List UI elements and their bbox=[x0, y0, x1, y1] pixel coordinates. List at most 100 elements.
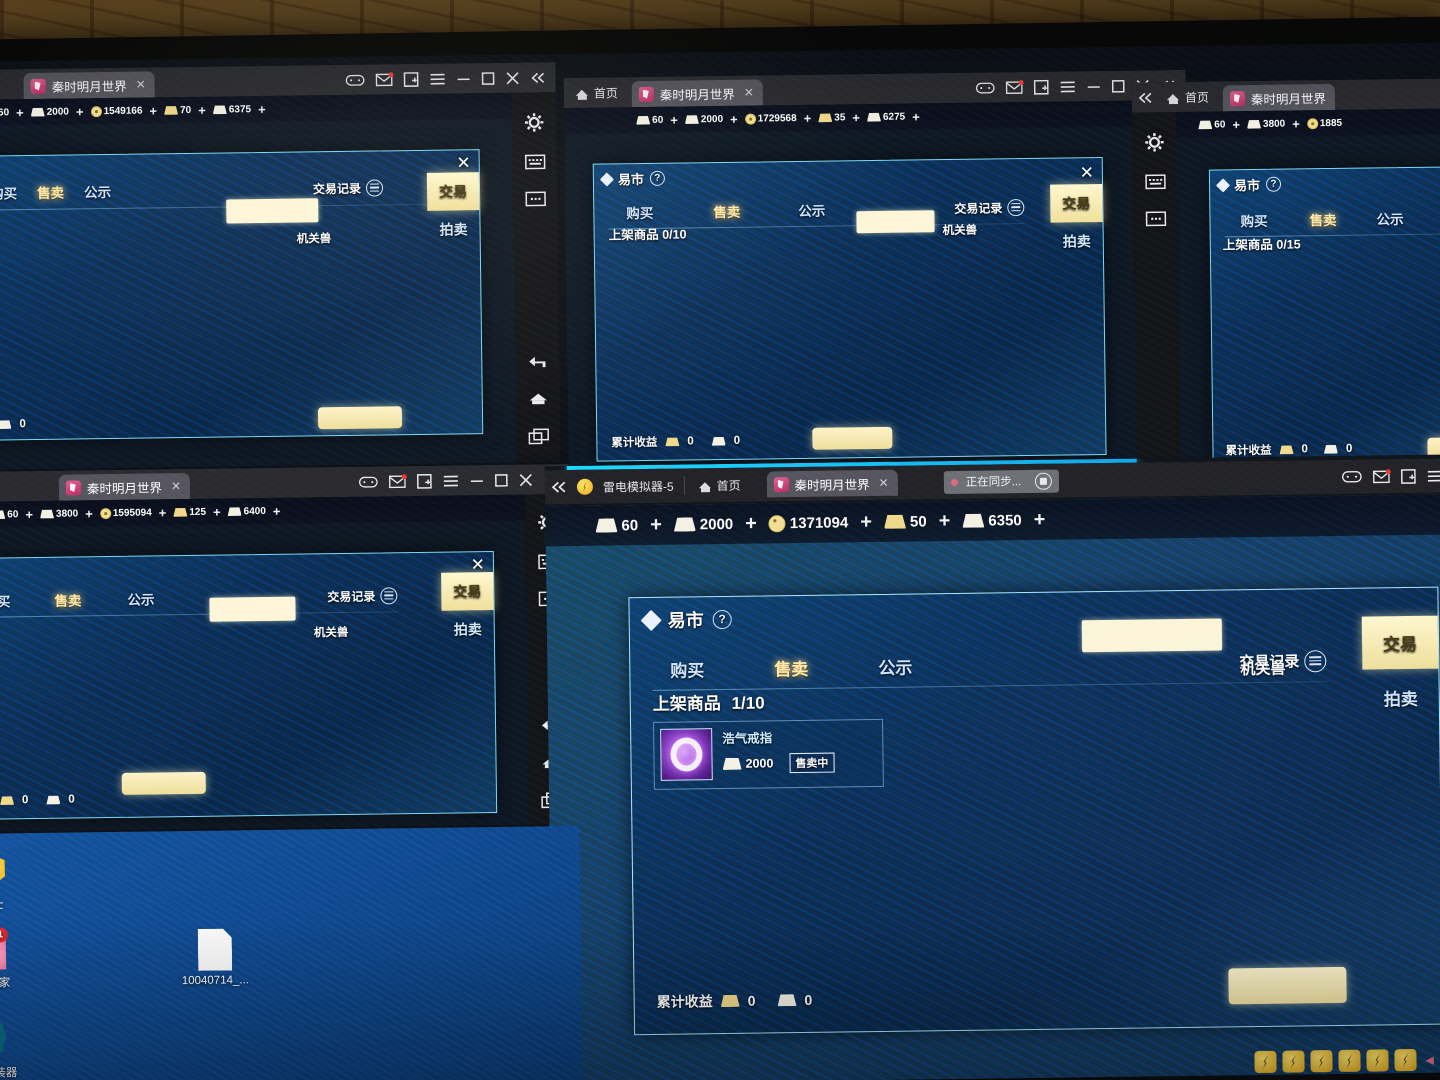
close-icon[interactable] bbox=[519, 473, 533, 486]
taskbar-right-icons[interactable]: ◄ bbox=[1254, 1048, 1437, 1074]
window-4-game-tab[interactable]: 秦时明月世界 bbox=[1222, 83, 1336, 112]
window-3-controls[interactable] bbox=[359, 472, 565, 490]
main-window-controls[interactable] bbox=[1342, 468, 1440, 484]
add-currency-button[interactable]: + bbox=[936, 509, 952, 532]
settings-gear-icon[interactable] bbox=[524, 112, 544, 132]
add-currency-button[interactable]: + bbox=[14, 105, 26, 120]
mech-beast-label[interactable]: 机关兽 bbox=[943, 222, 978, 238]
mail-icon[interactable] bbox=[1372, 468, 1391, 483]
window-1-game-tab[interactable]: 秦时明月世界 ✕ bbox=[23, 71, 155, 100]
ldplayer-taskbar-icon[interactable] bbox=[1254, 1050, 1277, 1074]
tab-public[interactable]: 公示 bbox=[74, 177, 121, 206]
side-tab-trade[interactable]: 交易 bbox=[441, 572, 494, 611]
window-3-game-tab[interactable]: 秦时明月世界 ✕ bbox=[58, 472, 191, 501]
menu-icon[interactable] bbox=[1427, 469, 1440, 482]
add-currency-button[interactable]: + bbox=[850, 110, 862, 125]
tab-public[interactable]: 公示 bbox=[1366, 204, 1413, 233]
emulator-window-main[interactable]: 雷电模拟器-5 首页 秦时明月世界 ✕ 正在同步... 60 + 2000 + … bbox=[544, 454, 1440, 1080]
tab-sell[interactable]: 售卖 bbox=[1299, 205, 1346, 234]
tab-sell[interactable]: 售卖 bbox=[703, 197, 750, 226]
ldplayer-taskbar-icon[interactable] bbox=[1394, 1048, 1417, 1072]
mail-icon[interactable] bbox=[1005, 79, 1024, 94]
search-box[interactable] bbox=[209, 596, 296, 622]
side-tab-auction[interactable]: 拍卖 bbox=[1051, 222, 1103, 261]
add-currency-button[interactable]: + bbox=[157, 505, 169, 520]
ldplayer-taskbar-icon[interactable] bbox=[1338, 1049, 1361, 1072]
add-currency-button[interactable]: + bbox=[858, 511, 874, 534]
mail-icon[interactable] bbox=[388, 473, 407, 488]
main-game-tab[interactable]: 秦时明月世界 ✕ bbox=[766, 469, 898, 498]
screenshot-icon[interactable] bbox=[416, 473, 432, 489]
window-1-controls[interactable] bbox=[345, 70, 551, 88]
window-3-action-button[interactable] bbox=[121, 771, 206, 795]
home-button-2[interactable]: 首页 bbox=[568, 77, 626, 108]
ldplayer-taskbar-icon[interactable] bbox=[1366, 1049, 1389, 1072]
collapse-icon[interactable] bbox=[530, 71, 545, 84]
add-currency-button[interactable]: + bbox=[23, 507, 35, 522]
screenshot-icon[interactable] bbox=[1400, 468, 1416, 484]
home-button-4[interactable]: 首页 bbox=[1159, 81, 1217, 112]
mail-icon[interactable] bbox=[375, 71, 394, 86]
home-nav-icon[interactable] bbox=[527, 392, 548, 406]
maximize-icon[interactable] bbox=[481, 71, 495, 85]
panel-side-tabs[interactable]: 交易 拍卖 bbox=[426, 172, 480, 249]
add-currency-button[interactable]: + bbox=[1290, 116, 1302, 131]
maximize-icon[interactable] bbox=[1111, 79, 1125, 93]
emulator-window-3[interactable]: 秦时明月世界 ✕ 60 + 3800 + 1595094 + 125 + 640… bbox=[0, 464, 574, 832]
search-box[interactable] bbox=[226, 198, 319, 224]
help-icon[interactable]: ? bbox=[1265, 176, 1282, 192]
window-1-side-toolbar[interactable] bbox=[511, 92, 561, 463]
window-4-trade-panel[interactable]: 易市 ? 购买 售卖 公示 上架商品 0/15 累计收益 0 0 bbox=[1208, 165, 1440, 470]
window-2-game-view[interactable]: 60 + 2000 + 1729568 + 35 + 6275 + 易市 ? ✕… bbox=[563, 100, 1147, 479]
tab-sell[interactable]: 售卖 bbox=[44, 585, 91, 614]
side-tab-auction[interactable]: 拍卖 bbox=[442, 610, 494, 649]
add-currency-button[interactable]: + bbox=[74, 104, 86, 119]
panel-close-icon[interactable]: ✕ bbox=[456, 153, 470, 172]
gamepad-icon[interactable] bbox=[975, 81, 995, 94]
mech-beast-label[interactable]: 机关兽 bbox=[314, 624, 349, 640]
panel-side-tabs[interactable]: 交易 拍卖 bbox=[1050, 184, 1103, 261]
add-currency-button[interactable]: + bbox=[743, 512, 759, 535]
tab-close-icon[interactable]: ✕ bbox=[136, 78, 146, 92]
main-trade-panel[interactable]: 易市 ? 购买 售卖 公示 交易记录 上架商品 1/10 机关兽 交易 拍卖 浩… bbox=[628, 586, 1440, 1036]
window-3-game-view[interactable]: 60 + 3800 + 1595094 + 125 + 6400 + ? ✕ bbox=[0, 494, 530, 832]
panel-close-icon[interactable]: ✕ bbox=[471, 555, 485, 574]
window-1-trade-panel[interactable]: ✕ 购买 售卖 公示 交易记录 0/10 bbox=[0, 149, 484, 442]
emulator-window-4[interactable]: 首页 秦时明月世界 60 + 3800 + 1885 易市 ? 购买 售卖 公示… bbox=[1131, 78, 1440, 473]
minimize-icon[interactable] bbox=[470, 474, 484, 487]
screenshot-icon[interactable] bbox=[1033, 79, 1049, 95]
windows-desktop[interactable]: 全卫士 1 软件管家 驱动安装器 10040714_... bbox=[0, 825, 583, 1080]
help-icon[interactable]: ? bbox=[712, 609, 732, 629]
minimize-icon[interactable] bbox=[1087, 80, 1101, 93]
tab-buy[interactable]: 购买 bbox=[0, 178, 27, 207]
desktop-icon-security[interactable]: 全卫士 bbox=[0, 851, 28, 913]
add-currency-button[interactable]: + bbox=[910, 109, 922, 124]
tab-close-icon[interactable]: ✕ bbox=[879, 476, 889, 490]
window-4-titlebar[interactable]: 首页 秦时明月世界 bbox=[1131, 78, 1440, 113]
window-3-trade-panel[interactable]: ? ✕ 购买 售卖 公示 交易记录 0/15 bbox=[0, 550, 498, 821]
settings-gear-icon[interactable] bbox=[1144, 132, 1164, 152]
desktop-icon-driver-installer[interactable]: 驱动安装器 bbox=[0, 1019, 31, 1080]
side-tab-trade[interactable]: 交易 bbox=[1050, 184, 1103, 223]
add-currency-button[interactable]: + bbox=[196, 102, 208, 117]
stop-sync-button[interactable] bbox=[1035, 472, 1053, 490]
window-2-game-tab[interactable]: 秦时明月世界 ✕ bbox=[631, 79, 764, 108]
gamepad-icon[interactable] bbox=[359, 475, 378, 488]
back-icon[interactable] bbox=[527, 354, 548, 370]
keyboard-icon[interactable] bbox=[1144, 174, 1166, 190]
window-4-side-toolbar[interactable] bbox=[1132, 112, 1181, 473]
add-currency-button[interactable]: + bbox=[802, 110, 814, 125]
tab-public[interactable]: 公示 bbox=[117, 584, 164, 613]
listed-item-row[interactable]: 浩气戒指 2000 售卖中 bbox=[653, 718, 884, 790]
search-box[interactable] bbox=[1081, 618, 1223, 653]
tab-sell[interactable]: 售卖 bbox=[27, 177, 74, 206]
side-tab-trade[interactable]: 交易 bbox=[1361, 615, 1439, 670]
add-currency-button[interactable]: + bbox=[1032, 508, 1048, 531]
tab-buy[interactable]: 购买 bbox=[616, 198, 663, 227]
window-2-action-button[interactable] bbox=[812, 426, 893, 450]
screenshot-icon[interactable] bbox=[403, 71, 419, 87]
more-options-icon[interactable] bbox=[524, 191, 546, 207]
side-tab-auction[interactable]: 拍卖 bbox=[1362, 669, 1439, 727]
gamepad-icon[interactable] bbox=[345, 73, 365, 86]
main-game-view[interactable]: 60 + 2000 + 1371094 + 50 + 6350 + 易市 ? 购… bbox=[545, 494, 1440, 1080]
